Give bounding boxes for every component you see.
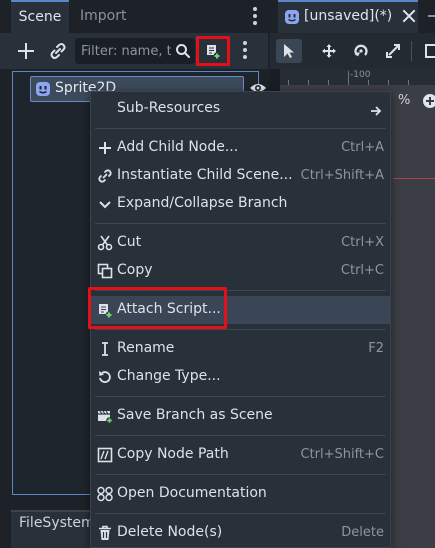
menu-item-shortcut: Ctrl+X bbox=[341, 235, 384, 250]
filter-input[interactable] bbox=[81, 38, 171, 64]
list-icon bbox=[425, 44, 435, 58]
menu-item-open-documentation[interactable]: Open Documentation bbox=[91, 480, 390, 508]
menu-item-label: Cut bbox=[117, 234, 142, 250]
docs-icon bbox=[97, 486, 113, 502]
menu-item-label: Change Type... bbox=[117, 368, 221, 384]
add-node-icon[interactable] bbox=[16, 41, 36, 61]
menu-item-save-branch-as-scene[interactable]: Save Branch as Scene bbox=[91, 402, 390, 430]
instantiate-scene-icon[interactable] bbox=[48, 41, 68, 61]
more-tabs-icon[interactable] bbox=[428, 15, 435, 17]
scene-options-icon[interactable] bbox=[240, 41, 250, 61]
menu-item-shortcut: Ctrl+A bbox=[341, 140, 384, 155]
cursor-icon bbox=[284, 44, 294, 58]
menu-item-label: Add Child Node... bbox=[117, 139, 239, 155]
submenu-arrow-icon bbox=[370, 104, 382, 116]
dock-menu-icon[interactable] bbox=[250, 7, 260, 27]
menu-item-label: Sub-Resources bbox=[117, 100, 221, 116]
menu-item-change-type[interactable]: Change Type... bbox=[91, 363, 390, 391]
scissors-icon bbox=[97, 235, 113, 251]
link-icon bbox=[97, 168, 113, 184]
tab-filesystem-label: FileSystem bbox=[19, 515, 95, 531]
menu-item-label: Instantiate Child Scene... bbox=[117, 167, 293, 183]
attach-script-button[interactable] bbox=[196, 36, 230, 66]
menu-item-label: Copy Node Path bbox=[117, 446, 229, 462]
menu-item-shortcut: Ctrl+Shift+C bbox=[300, 447, 384, 462]
rotate-icon bbox=[354, 44, 368, 57]
menu-separator bbox=[95, 474, 386, 475]
move-icon bbox=[322, 44, 336, 58]
scale-mode-button[interactable] bbox=[380, 39, 406, 63]
menu-item-shortcut: Ctrl+C bbox=[340, 263, 384, 278]
menu-item-label: Open Documentation bbox=[117, 485, 267, 501]
menu-item-shortcut: F2 bbox=[368, 341, 384, 356]
list-select-button[interactable] bbox=[420, 39, 435, 63]
menu-separator bbox=[95, 223, 386, 224]
menu-item-cut[interactable]: Cut Ctrl+X bbox=[91, 229, 390, 257]
menu-item-delete-nodes[interactable]: Delete Node(s) Delete bbox=[91, 519, 390, 547]
tab-import[interactable]: Import bbox=[80, 0, 126, 33]
script-add-icon bbox=[207, 45, 221, 60]
menu-item-label: Save Branch as Scene bbox=[117, 407, 273, 423]
menu-item-sub-resources[interactable]: Sub-Resources bbox=[91, 95, 390, 123]
sprite2d-icon bbox=[35, 81, 51, 97]
zoom-label[interactable]: % bbox=[398, 93, 410, 108]
move-mode-button[interactable] bbox=[316, 39, 342, 63]
menu-item-copy[interactable]: Copy Ctrl+C bbox=[91, 257, 390, 285]
menu-item-label: Delete Node(s) bbox=[117, 524, 223, 540]
menu-item-expand-collapse-branch[interactable]: Expand/Collapse Branch bbox=[91, 190, 390, 218]
scale-icon bbox=[386, 44, 400, 58]
menu-item-copy-node-path[interactable]: Copy Node Path Ctrl+Shift+C bbox=[91, 441, 390, 469]
menu-separator bbox=[95, 513, 386, 514]
menu-separator bbox=[95, 329, 386, 330]
select-mode-button[interactable] bbox=[276, 39, 302, 63]
plus-icon bbox=[97, 140, 113, 156]
menu-item-add-child-node[interactable]: Add Child Node... Ctrl+A bbox=[91, 134, 390, 162]
scene-tabs-bar: [unsaved](*) bbox=[270, 0, 435, 33]
close-icon[interactable] bbox=[402, 9, 416, 23]
menu-separator bbox=[95, 435, 386, 436]
menu-item-instantiate-child-scene[interactable]: Instantiate Child Scene... Ctrl+Shift+A bbox=[91, 162, 390, 190]
x-axis-line bbox=[393, 178, 435, 179]
scene-dock-tabs: Scene Import bbox=[0, 0, 268, 33]
horizontal-ruler: -100 bbox=[280, 69, 435, 85]
menu-item-label: Copy bbox=[117, 262, 153, 278]
menu-item-shortcut: Ctrl+Shift+A bbox=[300, 168, 384, 183]
toolbar-separator bbox=[411, 41, 412, 61]
zoom-in-icon[interactable] bbox=[423, 94, 435, 108]
save-scene-icon bbox=[97, 408, 113, 424]
menu-separator bbox=[95, 396, 386, 397]
text-cursor-icon bbox=[97, 341, 113, 357]
tab-scene[interactable]: Scene bbox=[11, 0, 69, 33]
scene-tab-unsaved[interactable]: [unsaved](*) bbox=[278, 0, 418, 33]
rotate-icon bbox=[97, 369, 113, 385]
rotate-mode-button[interactable] bbox=[348, 39, 374, 63]
viewport-toolbar bbox=[270, 33, 435, 69]
copy-icon bbox=[97, 263, 113, 279]
menu-item-shortcut: Delete bbox=[341, 525, 384, 540]
menu-item-rename[interactable]: Rename F2 bbox=[91, 335, 390, 363]
menu-item-label: Rename bbox=[117, 340, 175, 356]
collapse-icon bbox=[97, 196, 113, 212]
scene-tab-label: [unsaved](*) bbox=[304, 8, 393, 24]
tab-filesystem[interactable]: FileSystem bbox=[11, 510, 95, 548]
filter-field bbox=[75, 38, 195, 64]
attach-script-highlight-outline bbox=[88, 287, 227, 329]
menu-item-label: Expand/Collapse Branch bbox=[117, 195, 288, 211]
scene-toolbar bbox=[0, 33, 268, 69]
search-icon bbox=[175, 43, 191, 59]
copy-path-icon bbox=[97, 447, 113, 463]
godot-editor-window: Scene Import Filter: name, t Sprite2D Fi… bbox=[0, 0, 435, 548]
sprite2d-icon bbox=[284, 9, 300, 25]
menu-separator bbox=[95, 128, 386, 129]
trash-icon bbox=[97, 525, 113, 541]
ruler-label: -100 bbox=[350, 70, 371, 80]
